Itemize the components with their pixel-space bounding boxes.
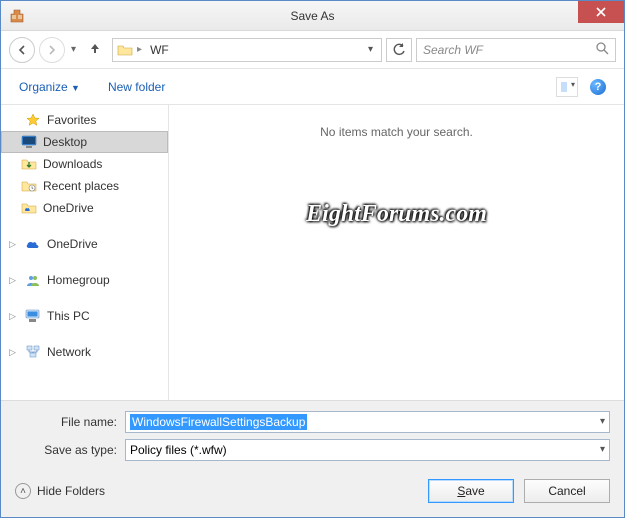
address-dropdown-icon[interactable]: ▾: [364, 44, 377, 55]
thispc-icon: [25, 308, 41, 324]
caret-icon: ▷: [9, 347, 19, 358]
organize-button[interactable]: Organize ▼: [19, 80, 80, 94]
caret-icon: ▷: [9, 239, 19, 250]
recent-locations-dropdown[interactable]: ▾: [69, 44, 78, 55]
onedrive-folder-icon: [21, 200, 37, 216]
search-placeholder: Search WF: [423, 43, 596, 57]
network-icon: [25, 344, 41, 360]
homegroup-icon: [25, 272, 41, 288]
sidebar-item-thispc[interactable]: ▷ This PC: [1, 305, 168, 327]
chevron-down-icon: ▼: [71, 83, 80, 93]
sidebar-item-label: OneDrive: [43, 201, 94, 215]
filename-input[interactable]: WindowsFirewallSettingsBackup ▾: [125, 411, 610, 433]
titlebar: Save As: [1, 1, 624, 31]
breadcrumb-sep-icon: ▸: [137, 44, 142, 55]
sidebar-item-label: Recent places: [43, 179, 119, 193]
new-folder-button[interactable]: New folder: [108, 80, 165, 94]
sidebar-item-recent[interactable]: Recent places: [1, 175, 168, 197]
hide-folders-label: Hide Folders: [37, 484, 105, 498]
address-bar[interactable]: ▸ WF ▾: [112, 38, 382, 62]
sidebar-item-label: Homegroup: [47, 273, 110, 287]
sidebar-item-label: OneDrive: [47, 237, 98, 251]
view-options-button[interactable]: [556, 77, 578, 97]
sidebar-item-label: Favorites: [47, 113, 96, 127]
caret-icon: ▷: [9, 275, 19, 286]
hide-folders-button[interactable]: ˄ Hide Folders: [15, 483, 105, 499]
saveastype-select[interactable]: Policy files (*.wfw) ▾: [125, 439, 610, 461]
downloads-icon: [21, 156, 37, 172]
sidebar: Favorites Desktop Downloads: [1, 105, 169, 400]
sidebar-item-network[interactable]: ▷ Network: [1, 341, 168, 363]
search-icon: [596, 42, 609, 58]
sidebar-item-onedrive[interactable]: ▷ OneDrive: [1, 233, 168, 255]
footer: File name: WindowsFirewallSettingsBackup…: [1, 400, 624, 517]
caret-icon: ▷: [9, 311, 19, 322]
sidebar-item-label: Downloads: [43, 157, 102, 171]
nav-bar: ▾ ▸ WF ▾ Search WF: [1, 31, 624, 69]
desktop-icon: [21, 134, 37, 150]
onedrive-icon: [25, 236, 41, 252]
sidebar-item-onedrive-fav[interactable]: OneDrive: [1, 197, 168, 219]
window-title: Save As: [1, 9, 624, 23]
saveastype-value: Policy files (*.wfw): [130, 443, 227, 457]
file-list-area[interactable]: No items match your search. EightForums.…: [169, 105, 624, 400]
chevron-up-icon: ˄: [15, 483, 31, 499]
filename-value: WindowsFirewallSettingsBackup: [130, 414, 307, 430]
sidebar-item-desktop[interactable]: Desktop: [1, 131, 168, 153]
save-button[interactable]: Save: [428, 479, 514, 503]
sidebar-item-label: Network: [47, 345, 91, 359]
help-icon[interactable]: ?: [590, 79, 606, 95]
filename-label: File name:: [15, 415, 125, 429]
sidebar-item-label: Desktop: [43, 135, 87, 149]
empty-message: No items match your search.: [320, 125, 473, 400]
combo-dropdown-icon[interactable]: ▾: [600, 416, 605, 427]
saveastype-label: Save as type:: [15, 443, 125, 457]
back-button[interactable]: [9, 37, 35, 63]
toolbar: Organize ▼ New folder ?: [1, 69, 624, 105]
breadcrumb-folder[interactable]: WF: [146, 41, 173, 59]
up-button[interactable]: [82, 41, 108, 58]
sidebar-item-homegroup[interactable]: ▷ Homegroup: [1, 269, 168, 291]
refresh-button[interactable]: [386, 38, 412, 62]
search-input[interactable]: Search WF: [416, 38, 616, 62]
save-as-dialog: Save As ▾ ▸ WF ▾ Search WF: [0, 0, 625, 518]
cancel-button[interactable]: Cancel: [524, 479, 610, 503]
recent-icon: [21, 178, 37, 194]
sidebar-item-label: This PC: [47, 309, 90, 323]
forward-button[interactable]: [39, 37, 65, 63]
star-icon: [25, 112, 41, 128]
sidebar-item-downloads[interactable]: Downloads: [1, 153, 168, 175]
combo-dropdown-icon[interactable]: ▾: [600, 444, 605, 455]
folder-icon: [117, 43, 133, 57]
sidebar-favorites-header[interactable]: Favorites: [1, 109, 168, 131]
